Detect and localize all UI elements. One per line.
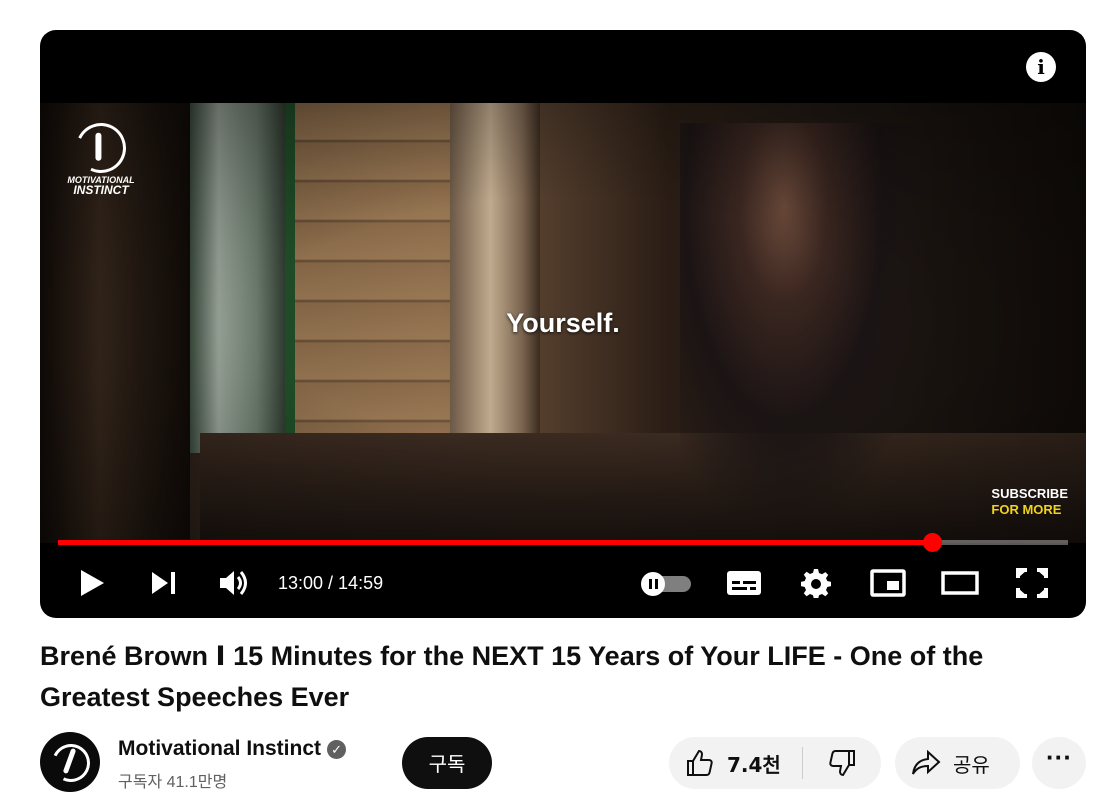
settings-button[interactable] (794, 560, 838, 606)
volume-icon (220, 571, 247, 595)
end-tag-line2: FOR MORE (991, 502, 1062, 517)
verified-badge-icon: ✓ (327, 739, 347, 759)
theater-mode-icon (941, 571, 979, 595)
volume-button[interactable] (214, 560, 254, 606)
channel-avatar[interactable] (40, 732, 100, 792)
theater-mode-button[interactable] (938, 560, 982, 606)
video-caption: Yourself. (506, 308, 620, 338)
like-button[interactable]: 7.4천 (669, 737, 802, 789)
next-button[interactable] (144, 560, 184, 606)
watermark-logo-icon (68, 115, 134, 181)
channel-row: Motivational Instinct ✓ 구독자 41.1만명 구독 7.… (40, 732, 1086, 794)
end-tag-line1: SUBSCRIBE (991, 486, 1068, 501)
video-player[interactable]: MOTIVATIONAL INSTINCT Yourself. SUBSCRIB… (40, 30, 1086, 618)
info-icon[interactable]: i (1026, 52, 1056, 82)
subscribe-button[interactable]: 구독 (402, 737, 492, 789)
share-button[interactable]: 공유 (895, 737, 1020, 789)
miniplayer-icon (870, 569, 906, 597)
subscriber-count: 구독자 41.1만명 (118, 774, 228, 791)
channel-name: Motivational Instinct (118, 737, 322, 760)
miniplayer-button[interactable] (866, 560, 910, 606)
like-dislike-group: 7.4천 (669, 737, 881, 789)
channel-watermark: MOTIVATIONAL INSTINCT (66, 115, 136, 197)
progress-played (58, 540, 933, 545)
dislike-button[interactable] (803, 737, 881, 789)
channel-name-link[interactable]: Motivational Instinct ✓ (118, 737, 347, 761)
autoplay-pause-icon (641, 572, 665, 596)
settings-icon (801, 569, 831, 598)
player-controls: 13:00 / 14:59 (40, 560, 1086, 606)
share-label: 공유 (953, 752, 990, 777)
time-display: 13:00 / 14:59 (278, 573, 384, 593)
watermark-line2: INSTINCT (73, 183, 129, 197)
progress-bar[interactable] (58, 533, 1068, 552)
autoplay-toggle[interactable] (641, 572, 691, 596)
fullscreen-button[interactable] (1010, 560, 1054, 606)
share-icon (912, 749, 941, 775)
scrubber-handle[interactable] (923, 533, 943, 552)
like-count: 7.4천 (727, 752, 781, 777)
play-icon (81, 570, 104, 596)
thumbs-down-icon (829, 750, 855, 777)
video-frame[interactable]: MOTIVATIONAL INSTINCT Yourself. SUBSCRIB… (40, 103, 1086, 543)
end-screen-subscribe-tag: SUBSCRIBE FOR MORE (991, 486, 1068, 518)
video-title: Brené Brown Ⅰ 15 Minutes for the NEXT 15… (40, 641, 984, 712)
subtitles-button[interactable] (722, 560, 766, 606)
play-button[interactable] (72, 560, 112, 606)
next-icon (152, 572, 175, 594)
thumbs-up-icon (687, 749, 713, 776)
more-horizontal-icon[interactable]: ··· (1032, 737, 1086, 789)
subtitles-icon (727, 571, 761, 595)
fullscreen-icon (1016, 568, 1048, 598)
